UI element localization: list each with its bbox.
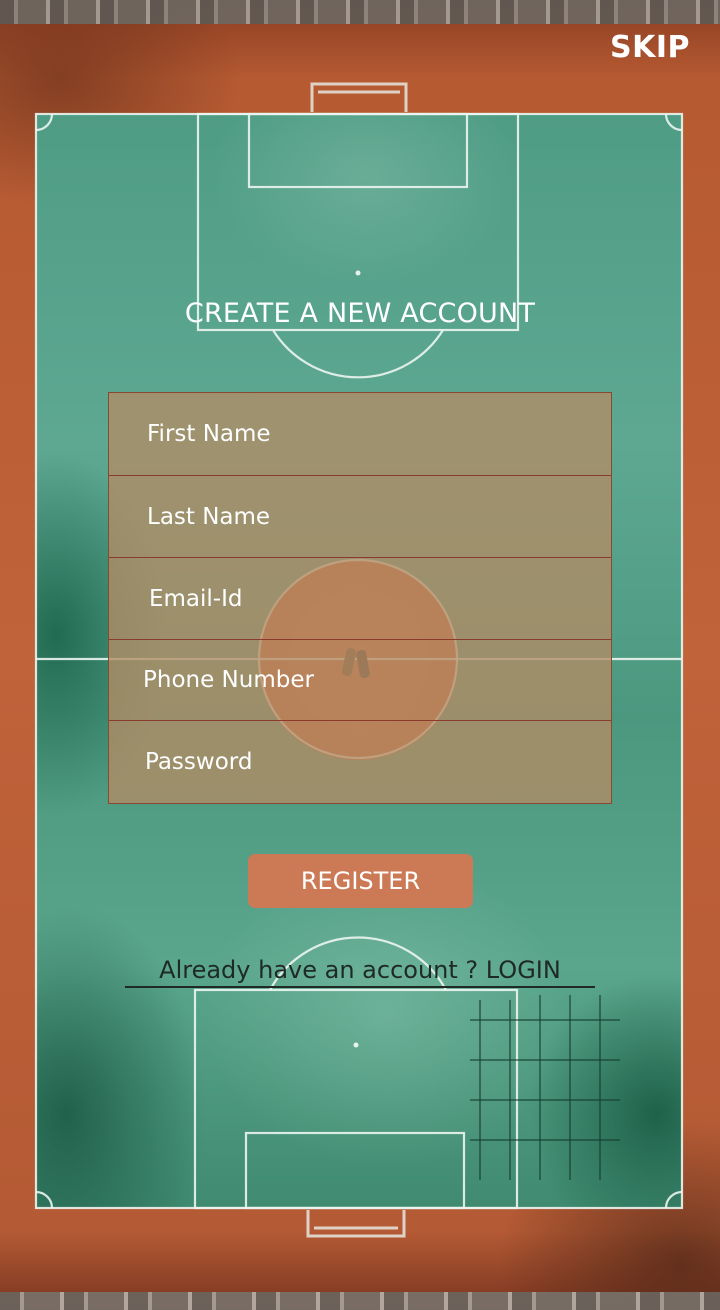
- skip-button[interactable]: SKIP: [610, 30, 690, 65]
- password-field-row: [109, 721, 611, 803]
- phone-field-row: [109, 640, 611, 721]
- email-input[interactable]: [109, 558, 611, 639]
- last-name-field-row: [109, 476, 611, 558]
- first-name-input[interactable]: [109, 393, 611, 475]
- phone-number-input[interactable]: [109, 640, 611, 720]
- email-field-row: [109, 558, 611, 640]
- last-name-input[interactable]: [109, 476, 611, 557]
- password-input[interactable]: [109, 721, 611, 803]
- screen: SKIP CREATE A NEW ACCOUNT REGISTER Alrea…: [0, 0, 720, 1310]
- page-title: CREATE A NEW ACCOUNT: [184, 298, 536, 329]
- first-name-field-row: [109, 393, 611, 476]
- register-button[interactable]: REGISTER: [248, 854, 473, 908]
- login-link[interactable]: Already have an account ? LOGIN: [125, 956, 595, 988]
- registration-form: [108, 392, 612, 804]
